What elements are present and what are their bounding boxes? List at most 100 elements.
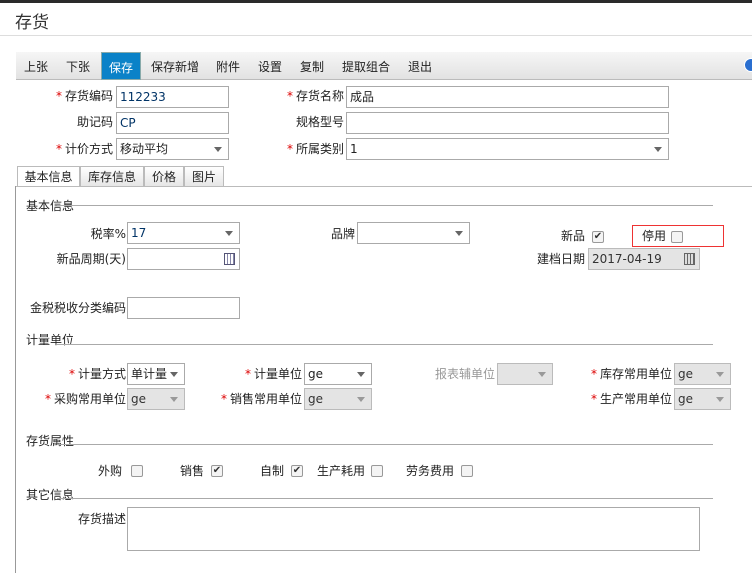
tab-price[interactable]: 价格: [144, 166, 184, 187]
extract-combo-button[interactable]: 提取组合: [342, 52, 390, 80]
attr-service-label: 劳务费用: [406, 464, 455, 478]
spec-input[interactable]: [346, 112, 669, 134]
mnemonic-input[interactable]: CP: [116, 112, 229, 134]
taxcode-input[interactable]: [127, 297, 240, 319]
attr-service-checkbox[interactable]: [461, 465, 473, 477]
save-button[interactable]: 保存: [101, 52, 141, 80]
new-label: 新品: [560, 229, 585, 243]
production-unit-value: ge: [678, 392, 693, 406]
toolbar: 上张 下张 保存 保存新增 附件 设置 复制 提取组合 退出: [16, 52, 752, 80]
production-unit-select[interactable]: ge: [674, 388, 731, 410]
report-unit-select[interactable]: [497, 363, 553, 385]
date-label: 建档日期: [536, 252, 585, 266]
exit-button[interactable]: 退出: [408, 52, 432, 80]
pricing-label: * 计价方式: [55, 142, 113, 156]
code-input[interactable]: 112233: [116, 86, 229, 108]
chevron-down-icon: [455, 231, 463, 236]
sales-unit-select[interactable]: ge: [304, 388, 372, 410]
unit-label: * 计量单位: [244, 367, 302, 381]
date-value: 2017-04-19: [592, 252, 662, 266]
method-value: 单计量: [131, 367, 168, 381]
pricing-select[interactable]: 移动平均: [116, 138, 229, 160]
spec-label: 规格型号: [295, 115, 344, 129]
brand-label: 品牌: [330, 227, 355, 241]
chevron-down-icon: [357, 372, 365, 377]
purchase-unit-label: * 采购常用单位: [44, 392, 126, 406]
window-top-border: [0, 0, 752, 3]
section-divider: [57, 444, 713, 445]
window-title: 存货: [15, 13, 49, 33]
tab-panel-border-left: [15, 186, 16, 573]
tab-basic-info[interactable]: 基本信息: [17, 166, 80, 187]
stock-unit-label: * 库存常用单位: [590, 367, 672, 381]
calendar-icon[interactable]: [684, 253, 695, 265]
section-units: 计量单位: [26, 333, 75, 347]
section-other-info: 其它信息: [26, 488, 75, 502]
tab-stock-info[interactable]: 库存信息: [80, 166, 144, 187]
attr-purchased-checkbox[interactable]: [131, 465, 143, 477]
settings-button[interactable]: 设置: [258, 52, 282, 80]
sales-unit-value: ge: [308, 392, 323, 406]
cycle-input[interactable]: [127, 248, 240, 270]
date-input[interactable]: 2017-04-19: [588, 248, 700, 270]
chevron-down-icon: [716, 397, 724, 402]
chevron-down-icon: [214, 147, 222, 152]
chevron-down-icon: [716, 372, 724, 377]
chevron-down-icon: [170, 372, 178, 377]
unit-select[interactable]: ge: [304, 363, 372, 385]
chevron-down-icon: [170, 397, 178, 402]
copy-button[interactable]: 复制: [300, 52, 324, 80]
pricing-value: 移动平均: [120, 142, 169, 156]
chevron-down-icon: [538, 372, 546, 377]
attr-sales-label: 销售: [180, 464, 205, 478]
chevron-down-icon: [357, 397, 365, 402]
attr-sales-checkbox[interactable]: ✔: [211, 465, 223, 477]
disabled-checkbox[interactable]: [671, 231, 683, 243]
mnemonic-label: 助记码: [76, 115, 113, 129]
cycle-label: 新品周期(天): [56, 252, 126, 266]
save-and-new-button[interactable]: 保存新增: [151, 52, 199, 80]
tax-select[interactable]: 17: [127, 222, 240, 244]
new-checkbox[interactable]: ✔: [592, 231, 604, 243]
code-label: * 存货编码: [55, 89, 113, 103]
attachment-button[interactable]: 附件: [216, 52, 240, 80]
divider: [0, 35, 752, 36]
description-textarea[interactable]: [127, 507, 700, 551]
name-label: * 存货名称: [286, 89, 344, 103]
report-unit-label: 报表辅单位: [434, 367, 495, 381]
section-divider: [57, 498, 713, 499]
tax-label: 税率%: [90, 227, 126, 241]
stock-unit-value: ge: [678, 367, 693, 381]
calculator-icon[interactable]: [224, 253, 235, 265]
name-input[interactable]: 成品: [346, 86, 669, 108]
category-value: 1: [350, 142, 358, 156]
category-label: * 所属类别: [286, 142, 344, 156]
section-divider: [57, 205, 713, 206]
stock-unit-select[interactable]: ge: [674, 363, 731, 385]
unit-value: ge: [308, 367, 323, 381]
next-button[interactable]: 下张: [66, 52, 90, 80]
attr-selfmade-label: 自制: [260, 464, 285, 478]
taxcode-label: 金税税收分类编码: [29, 301, 126, 315]
attr-production-label: 生产耗用: [317, 464, 366, 478]
help-icon[interactable]: [744, 58, 752, 72]
disabled-label: 停用: [641, 229, 666, 243]
description-label: 存货描述: [77, 512, 126, 526]
section-attributes: 存货属性: [26, 434, 75, 448]
production-unit-label: * 生产常用单位: [590, 392, 672, 406]
brand-select[interactable]: [357, 222, 470, 244]
category-select[interactable]: 1: [346, 138, 669, 160]
prev-button[interactable]: 上张: [24, 52, 48, 80]
section-divider: [57, 344, 713, 345]
attr-production-checkbox[interactable]: [371, 465, 383, 477]
attr-selfmade-checkbox[interactable]: ✔: [291, 465, 303, 477]
purchase-unit-value: ge: [131, 392, 146, 406]
sales-unit-label: * 销售常用单位: [220, 392, 302, 406]
attr-purchased-label: 外购: [98, 464, 123, 478]
method-label: * 计量方式: [68, 367, 126, 381]
tab-panel-border: [15, 186, 752, 187]
purchase-unit-select[interactable]: ge: [127, 388, 185, 410]
method-select[interactable]: 单计量: [127, 363, 185, 385]
chevron-down-icon: [225, 231, 233, 236]
tab-images[interactable]: 图片: [184, 166, 224, 187]
